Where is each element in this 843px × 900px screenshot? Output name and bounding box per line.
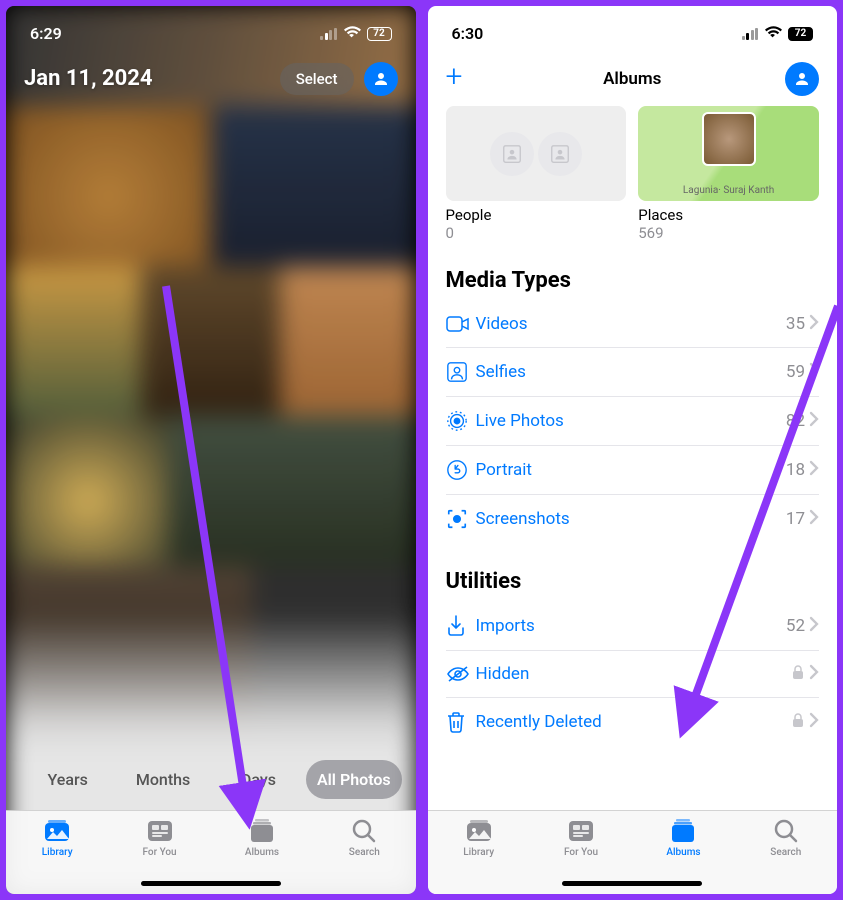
home-indicator[interactable] — [562, 881, 702, 886]
segment-years[interactable]: Years — [20, 760, 115, 799]
add-album-button[interactable]: + — [446, 62, 463, 96]
chevron-right-icon — [809, 460, 819, 480]
lock-icon — [791, 712, 805, 732]
chevron-right-icon — [809, 509, 819, 529]
segment-all-photos[interactable]: All Photos — [306, 760, 401, 799]
cellular-icon — [742, 28, 759, 40]
row-recently-deleted[interactable]: Recently Deleted — [446, 698, 820, 746]
library-date: Jan 11, 2024 — [24, 66, 152, 91]
battery-icon: 72 — [788, 27, 813, 41]
status-time: 6:30 — [452, 24, 484, 43]
chevron-right-icon — [809, 362, 819, 382]
home-indicator[interactable] — [141, 881, 281, 886]
portrait-icon — [446, 459, 476, 481]
albums-header: + Albums — [428, 51, 838, 106]
lock-icon — [791, 664, 805, 684]
live-icon — [446, 410, 476, 432]
battery-icon: 72 — [367, 27, 392, 41]
row-videos[interactable]: Videos35 — [446, 301, 820, 348]
account-button[interactable] — [785, 62, 819, 96]
places-album[interactable]: Lagunia· Suraj Kanth Places 569 — [638, 106, 819, 242]
wifi-icon — [343, 25, 361, 42]
people-label: People — [446, 206, 627, 224]
row-screenshots[interactable]: Screenshots17 — [446, 495, 820, 543]
status-bar: 6:29 72 — [6, 6, 416, 51]
albums-screen: 6:30 72 + Albums People 0 — [428, 6, 838, 894]
places-label: Places — [638, 206, 819, 224]
library-header: Jan 11, 2024 Select — [6, 51, 416, 106]
places-count: 569 — [638, 224, 819, 242]
tab-search[interactable]: Search — [735, 817, 837, 894]
tab-library[interactable]: Library — [428, 817, 530, 894]
row-selfies[interactable]: Selfies59 — [446, 348, 820, 397]
account-button[interactable] — [364, 62, 398, 96]
import-icon — [446, 615, 476, 637]
select-button[interactable]: Select — [280, 63, 354, 95]
media-types-header: Media Types — [446, 268, 820, 293]
hidden-icon — [446, 665, 476, 683]
segment-days[interactable]: Days — [211, 760, 306, 799]
status-time: 6:29 — [30, 24, 62, 43]
chevron-right-icon — [809, 314, 819, 334]
people-count: 0 — [446, 224, 627, 242]
chevron-right-icon — [809, 712, 819, 732]
people-album[interactable]: People 0 — [446, 106, 627, 242]
wifi-icon — [764, 25, 782, 42]
chevron-right-icon — [809, 664, 819, 684]
library-screen: 6:29 72 Jan 11, 2024 Select YearsMonthsD… — [6, 6, 416, 894]
albums-title: Albums — [603, 69, 661, 89]
tab-library[interactable]: Library — [6, 817, 108, 894]
row-live-photos[interactable]: Live Photos82 — [446, 397, 820, 446]
row-hidden[interactable]: Hidden — [446, 651, 820, 698]
view-filter: YearsMonthsDaysAll Photos — [6, 758, 416, 810]
row-portrait[interactable]: Portrait18 — [446, 446, 820, 495]
chevron-right-icon — [809, 616, 819, 636]
row-imports[interactable]: Imports52 — [446, 602, 820, 651]
cellular-icon — [320, 28, 337, 40]
selfie-icon — [446, 361, 476, 383]
video-icon — [446, 314, 476, 334]
chevron-right-icon — [809, 411, 819, 431]
utilities-header: Utilities — [446, 569, 820, 594]
segment-months[interactable]: Months — [115, 760, 210, 799]
trash-icon — [446, 711, 476, 733]
status-bar: 6:30 72 — [428, 6, 838, 51]
screenshot-icon — [446, 508, 476, 530]
tab-search[interactable]: Search — [313, 817, 415, 894]
